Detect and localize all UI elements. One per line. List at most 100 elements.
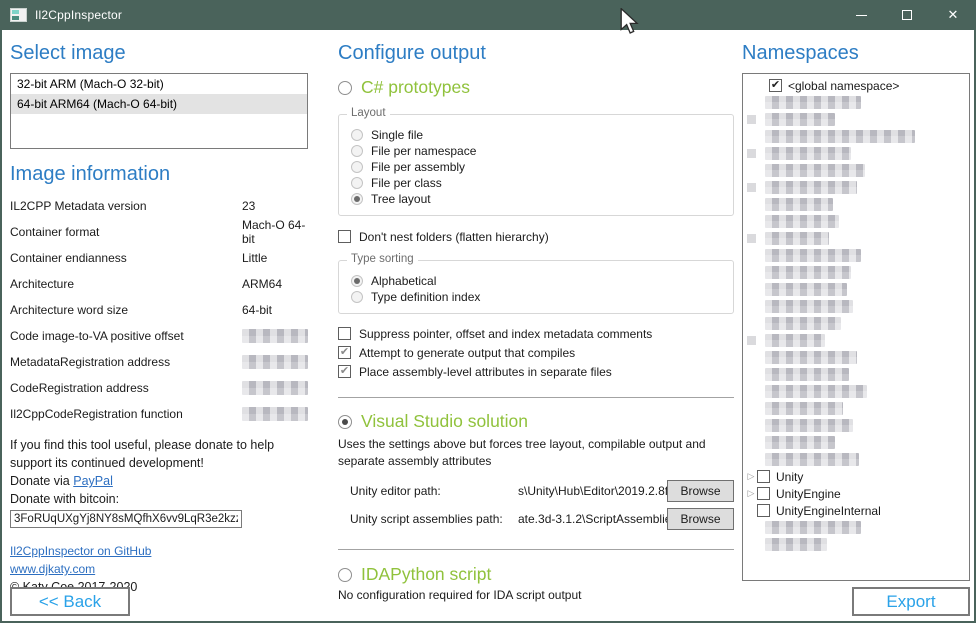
- redacted-namespace-block: [765, 300, 853, 313]
- namespace-row-redacted: [745, 519, 967, 536]
- output-option-label: Attempt to generate output that compiles: [359, 346, 575, 360]
- layout-option-label: Tree layout: [371, 192, 431, 206]
- github-link[interactable]: Il2CppInspector on GitHub: [10, 544, 151, 558]
- titlebar[interactable]: Il2CppInspector ✕: [0, 0, 976, 30]
- redacted-namespace-block: [765, 147, 851, 160]
- namespace-checkbox[interactable]: ✔: [757, 470, 770, 483]
- namespace-row-redacted: [745, 298, 967, 315]
- output-option-label: Suppress pointer, offset and index metad…: [359, 327, 652, 341]
- website-link[interactable]: www.djkaty.com: [10, 562, 95, 576]
- unity-script-path-label: Unity script assemblies path:: [350, 512, 518, 526]
- info-row-label: Code image-to-VA positive offset: [10, 329, 242, 343]
- global-namespace-checkbox[interactable]: ✔: [769, 79, 782, 92]
- csharp-prototypes-radio[interactable]: [338, 81, 352, 95]
- layout-group-legend: Layout: [347, 107, 390, 119]
- redacted-value-block: [242, 329, 308, 343]
- unity-script-browse-button[interactable]: Browse: [667, 508, 734, 530]
- output-option-checkbox[interactable]: ✔: [338, 327, 351, 340]
- namespace-row-redacted: [745, 536, 967, 553]
- namespace-row-redacted: [745, 281, 967, 298]
- info-row-label: MetadataRegistration address: [10, 355, 242, 369]
- redacted-expander-block: [747, 115, 756, 124]
- namespace-row-redacted: [745, 434, 967, 451]
- global-namespace-label: <global namespace>: [788, 79, 899, 93]
- image-list-item[interactable]: 64-bit ARM64 (Mach-O 64-bit): [11, 94, 307, 114]
- close-button[interactable]: ✕: [930, 0, 976, 30]
- unity-script-path-value: ate.3d-3.1.2\ScriptAssemblies: [518, 512, 667, 526]
- redacted-namespace-block: [765, 436, 835, 449]
- info-row-value: ARM64: [242, 277, 282, 291]
- section-divider: [338, 397, 734, 398]
- output-option-checkbox[interactable]: ✔: [338, 365, 351, 378]
- layout-option-radio: [351, 193, 363, 205]
- output-option-label: Place assembly-level attributes in separ…: [359, 365, 612, 379]
- redacted-namespace-block: [765, 453, 859, 466]
- output-option-checkbox[interactable]: ✔: [338, 346, 351, 359]
- image-list-item-label: 32-bit ARM (Mach-O 32-bit): [17, 77, 164, 91]
- redacted-namespace-block: [765, 351, 857, 364]
- expander-icon[interactable]: ▷: [745, 488, 757, 499]
- namespace-row-global: ✔ <global namespace>: [745, 77, 967, 94]
- redacted-expander-block: [747, 149, 756, 158]
- type-sorting-option-label: Type definition index: [371, 290, 480, 304]
- layout-option-radio: [351, 177, 363, 189]
- redacted-expander-block: [747, 183, 756, 192]
- left-panel: Select image 32-bit ARM (Mach-O 32-bit) …: [10, 30, 308, 623]
- redacted-namespace-block: [765, 215, 839, 228]
- namespace-row-redacted: [745, 162, 967, 179]
- layout-option-label: File per class: [371, 176, 442, 190]
- info-row-value: Little: [242, 251, 267, 265]
- info-row-label: Container endianness: [10, 251, 242, 265]
- redacted-expander-block: [747, 336, 756, 345]
- maximize-button[interactable]: [884, 0, 930, 30]
- namespaces-panel: Namespaces ✔ <global namespace>: [742, 30, 970, 623]
- export-button[interactable]: Export: [852, 587, 970, 616]
- dont-nest-checkbox[interactable]: ✔: [338, 230, 351, 243]
- namespace-checkbox[interactable]: ✔: [757, 504, 770, 517]
- checkmark-icon: ✔: [340, 365, 349, 378]
- output-option-row: ✔ Suppress pointer, offset and index met…: [338, 324, 734, 343]
- redacted-namespace-block: [765, 130, 915, 143]
- namespace-label: Unity: [776, 470, 803, 484]
- image-list-item[interactable]: 32-bit ARM (Mach-O 32-bit): [11, 74, 307, 94]
- minimize-button[interactable]: [838, 0, 884, 30]
- visual-studio-description: Uses the settings above but forces tree …: [338, 436, 734, 470]
- namespaces-listbox: ✔ <global namespace>: [742, 73, 970, 581]
- bitcoin-address-input[interactable]: [10, 510, 242, 528]
- layout-option-row: File per class: [351, 175, 723, 190]
- info-row: MetadataRegistration address: [10, 355, 308, 368]
- namespace-row-redacted: [745, 145, 967, 162]
- checkmark-icon: ✔: [771, 79, 780, 92]
- redacted-namespace-block: [765, 521, 861, 534]
- namespace-row-redacted: [745, 332, 967, 349]
- window-title: Il2CppInspector: [35, 8, 122, 22]
- layout-option-label: Single file: [371, 128, 423, 142]
- expander-icon[interactable]: ▷: [745, 471, 757, 482]
- namespace-row-redacted: [745, 366, 967, 383]
- back-button[interactable]: << Back: [10, 587, 130, 616]
- redacted-expander-block: [747, 234, 756, 243]
- layout-option-radio: [351, 161, 363, 173]
- image-listbox: 32-bit ARM (Mach-O 32-bit) 64-bit ARM64 …: [10, 73, 308, 149]
- type-sorting-option-row: Alphabetical: [351, 273, 723, 288]
- maximize-icon: [902, 10, 912, 20]
- namespace-label: UnityEngine: [776, 487, 841, 501]
- visual-studio-solution-radio[interactable]: [338, 415, 352, 429]
- layout-option-label: File per assembly: [371, 160, 465, 174]
- paypal-link[interactable]: PayPal: [73, 474, 113, 488]
- info-row-label: Architecture: [10, 277, 242, 291]
- image-information-header: Image information: [10, 163, 308, 186]
- section-divider: [338, 549, 734, 550]
- unity-editor-browse-button[interactable]: Browse: [667, 480, 734, 502]
- idapython-script-radio[interactable]: [338, 568, 352, 582]
- redacted-namespace-block: [765, 198, 833, 211]
- namespace-checkbox[interactable]: ✔: [757, 487, 770, 500]
- redacted-namespace-block: [765, 266, 851, 279]
- redacted-namespace-block: [765, 385, 867, 398]
- namespace-row-redacted: [745, 196, 967, 213]
- redacted-namespace-block: [765, 181, 857, 194]
- type-sorting-option-radio: [351, 275, 363, 287]
- namespace-row-redacted: [745, 451, 967, 468]
- info-row-label: IL2CPP Metadata version: [10, 199, 242, 213]
- info-row-label: Container format: [10, 225, 242, 239]
